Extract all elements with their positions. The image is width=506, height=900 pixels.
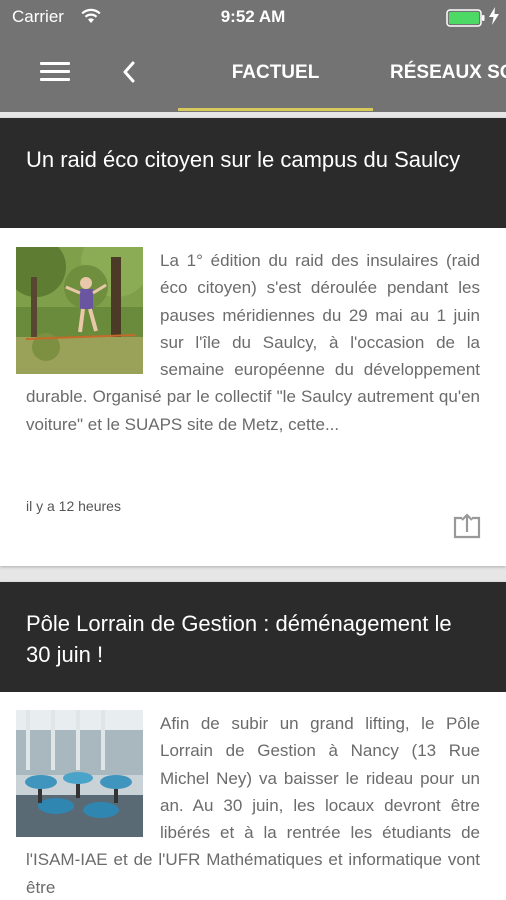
- article-title-bar[interactable]: Pôle Lorrain de Gestion : déménagement l…: [0, 582, 506, 692]
- article-thumbnail[interactable]: [16, 710, 143, 837]
- tab-reseaux-sociaux[interactable]: RÉSEAUX SO: [390, 34, 506, 112]
- article-body: Afin de subir un grand lifting, le Pôle …: [0, 692, 506, 900]
- tab-factuel[interactable]: FACTUEL: [178, 34, 373, 112]
- article-title-bar[interactable]: Un raid éco citoyen sur le campus du Sau…: [0, 118, 506, 228]
- article-card[interactable]: Pôle Lorrain de Gestion : déménagement l…: [0, 582, 506, 900]
- active-tab-indicator: [178, 108, 373, 111]
- article-thumbnail[interactable]: [16, 247, 143, 374]
- chevron-left-icon[interactable]: [122, 60, 136, 84]
- status-time: 9:52 AM: [220, 7, 286, 26]
- share-icon[interactable]: [452, 512, 482, 540]
- article-body: La 1° édition du raid des insulaires (ra…: [0, 228, 506, 438]
- status-bar: Carrier 9:52 AM: [0, 0, 506, 34]
- battery-icon: [446, 9, 485, 27]
- article-title: Un raid éco citoyen sur le campus du Sau…: [26, 147, 461, 172]
- hamburger-menu-icon[interactable]: [40, 62, 74, 84]
- charging-bolt-icon: [489, 7, 499, 25]
- nav-bar: FACTUEL RÉSEAUX SO: [0, 34, 506, 112]
- article-title: Pôle Lorrain de Gestion : déménagement l…: [26, 611, 452, 667]
- article-timestamp: il y a 12 heures: [26, 498, 121, 514]
- article-card[interactable]: Un raid éco citoyen sur le campus du Sau…: [0, 118, 506, 566]
